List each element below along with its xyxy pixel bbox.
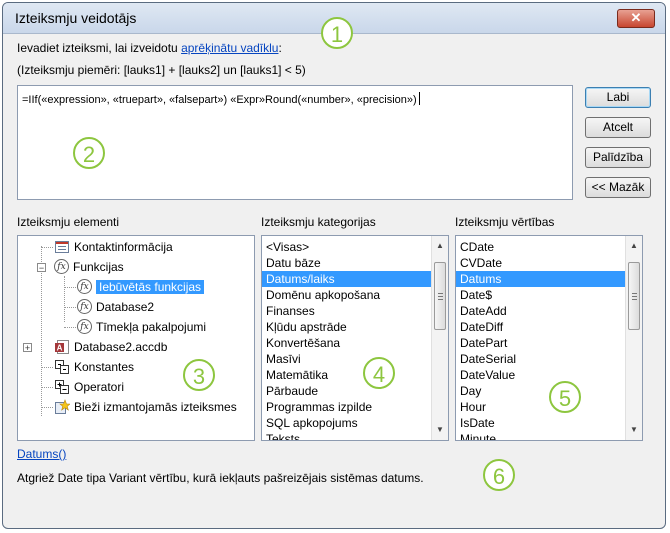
list-item[interactable]: DateDiff [456,319,642,335]
tree-item-label: Operatori [74,380,125,394]
close-button[interactable]: ✕ [617,9,655,28]
calculated-control-link[interactable]: aprēķinātu vadīklu [181,41,278,55]
tree-item-label: Database2 [96,300,155,314]
tree-item-label: Bieži izmantojamās izteiksmes [74,400,237,414]
scroll-thumb[interactable] [628,262,640,330]
instruction-text: Ievadiet izteiksmi, lai izveidotu [17,41,182,55]
list-item[interactable]: Finanses [262,303,448,319]
tree-item-web-services[interactable]: fx Tīmekļa pakalpojumi [77,317,206,337]
list-item[interactable]: Programmas izpilde [262,399,448,415]
list-item[interactable]: Teksts [262,431,448,440]
list-item[interactable]: Datu bāze [262,255,448,271]
access-db-icon: A [54,339,70,355]
callout-marker-2: 2 [73,137,105,169]
expression-elements-tree[interactable]: Kontaktinformācija − fx Funkcijas fx Iebūv… [17,235,255,441]
list-item[interactable]: DateAdd [456,303,642,319]
fx-icon: fx [77,319,92,335]
list-item[interactable]: DatePart [456,335,642,351]
operators-icon [54,379,70,395]
tree-item-label: Tīmekļa pakalpojumi [96,320,207,334]
list-item[interactable]: DateSerial [456,351,642,367]
cancel-button[interactable]: Atcelt [585,117,651,138]
list-item[interactable]: Masīvi [262,351,448,367]
expression-value: =IIf(«expression», «truepart», «falsepar… [22,94,417,106]
expression-categories-list[interactable]: <Visas> Datu bāze Datums/laiks Domēnu ap… [261,235,449,441]
list-item[interactable]: Date$ [456,287,642,303]
callout-marker-1: 1 [321,17,353,49]
list-item[interactable]: <Visas> [262,239,448,255]
examples-text: (Izteiksmju piemēri: [lauks1] + [lauks2]… [17,63,306,77]
function-description: Atgriež Date tipa Variant vērtību, kurā … [17,471,424,485]
list-item-selected[interactable]: Datums [456,271,642,287]
less-button[interactable]: << Mazāk [585,177,651,198]
constants-icon [54,359,70,375]
tree-item-common-expressions[interactable]: Bieži izmantojamās izteiksmes [54,397,237,417]
callout-marker-3: 3 [183,359,215,391]
tree-item-constants[interactable]: Konstantes [54,357,134,377]
list-item[interactable]: CVDate [456,255,642,271]
svg-text:A: A [57,343,63,352]
instruction-colon: : [278,41,282,55]
instruction-line: Ievadiet izteiksmi, lai izveidotu aprēķi… [17,41,282,55]
tree-item-database2[interactable]: fx Database2 [77,297,154,317]
expression-values-list[interactable]: CDate CVDate Datums Date$ DateAdd DateDi… [455,235,643,441]
list-item[interactable]: Minute [456,431,642,440]
vertical-scrollbar[interactable]: ▲ ▼ [431,236,448,440]
tree-item-functions[interactable]: fx Funkcijas [54,257,124,277]
callout-marker-6: 6 [483,459,515,491]
tree-item-label: Database2.accdb [74,340,168,354]
text-cursor [418,92,420,105]
tree-item-contact-info[interactable]: Kontaktinformācija [54,237,173,257]
form-icon [54,239,70,255]
list-item[interactable]: Pārbaude [262,383,448,399]
scroll-up-icon[interactable]: ▲ [626,238,642,254]
tree-item-builtin-functions[interactable]: fx Iebūvētās funkcijas [77,277,205,297]
list-item[interactable]: SQL apkopojums [262,415,448,431]
tree-item-label: Konstantes [74,360,135,374]
list-item[interactable]: CDate [456,239,642,255]
list-item[interactable]: IsDate [456,415,642,431]
list-item[interactable]: Domēnu apkopošana [262,287,448,303]
expand-icon[interactable]: + [23,343,32,353]
list-item[interactable]: Matemātika [262,367,448,383]
categories-label: Izteiksmju kategorijas [261,215,376,229]
callout-marker-5: 5 [549,381,581,413]
values-label: Izteiksmju vērtības [455,215,555,229]
list-item[interactable]: DateValue [456,367,642,383]
ok-button[interactable]: Labi [585,87,651,108]
function-syntax-link[interactable]: Datums() [17,447,66,461]
list-item-selected[interactable]: Datums/laiks [262,271,448,287]
scroll-down-icon[interactable]: ▼ [626,422,642,438]
common-expressions-icon [54,398,71,415]
fx-icon: fx [77,279,92,295]
list-item[interactable]: Kļūdu apstrāde [262,319,448,335]
elements-label: Izteiksmju elementi [17,215,120,229]
scroll-down-icon[interactable]: ▼ [432,422,448,438]
fx-icon: fx [77,299,92,315]
scroll-thumb[interactable] [434,262,446,330]
callout-marker-4: 4 [363,357,395,389]
tree-item-label: Funkcijas [73,260,124,274]
tree-item-operators[interactable]: Operatori [54,377,124,397]
collapse-icon[interactable]: − [37,263,46,273]
list-item[interactable]: Konvertēšana [262,335,448,351]
tree-item-database-file[interactable]: A Database2.accdb [54,337,167,357]
tree-item-label: Iebūvētās funkcijas [96,280,205,294]
window-title: Izteiksmju veidotājs [15,10,137,26]
fx-icon: fx [54,259,69,275]
vertical-scrollbar[interactable]: ▲ ▼ [625,236,642,440]
close-icon: ✕ [630,10,642,25]
tree-item-label: Kontaktinformācija [74,240,173,254]
help-button[interactable]: Palīdzība [585,147,651,168]
expression-builder-dialog: Izteiksmju veidotājs ✕ Ievadiet izteiksm… [2,2,666,529]
scroll-up-icon[interactable]: ▲ [432,238,448,254]
